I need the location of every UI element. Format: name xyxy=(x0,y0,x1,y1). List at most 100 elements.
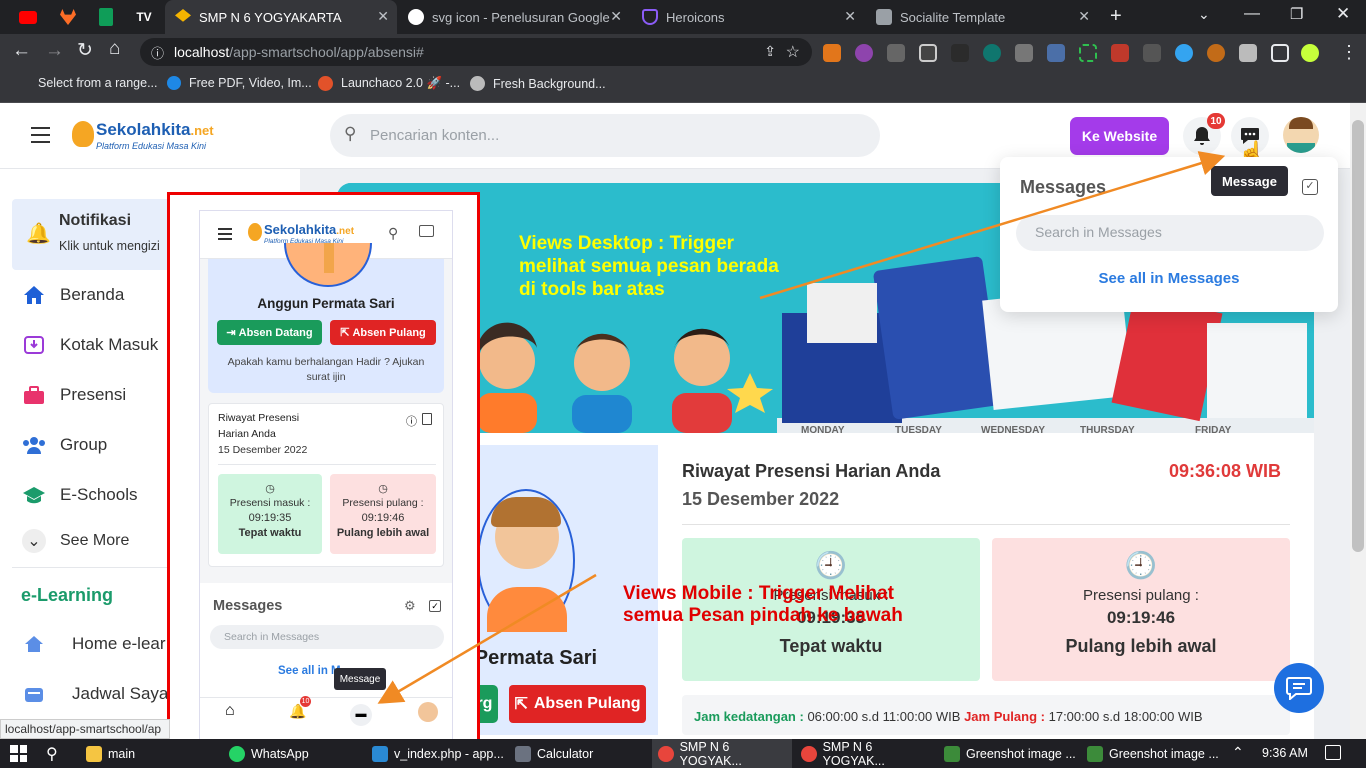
chat-icon[interactable] xyxy=(419,225,434,237)
sidebar-item-jadwal[interactable]: Jadwal Saya xyxy=(22,682,168,706)
sidebar-item-e-schools[interactable]: E-Schools xyxy=(22,483,137,507)
sidebar-item-beranda[interactable]: Beranda xyxy=(22,283,124,307)
bookmark-item[interactable]: Fresh Background... xyxy=(470,76,606,91)
sidebar-item-group[interactable]: Group xyxy=(22,433,107,457)
taskbar-item-main[interactable]: main xyxy=(80,739,220,768)
see-more-button[interactable]: ⌄ See More xyxy=(22,529,129,553)
close-icon[interactable]: ✕ xyxy=(610,8,622,25)
bookmark-item[interactable]: Free PDF, Video, Im... xyxy=(167,76,312,90)
metamask-icon[interactable] xyxy=(823,44,841,62)
search-icon[interactable]: ⚲ xyxy=(388,225,398,242)
taskbar-item-whatsapp[interactable]: WhatsApp xyxy=(223,739,363,768)
close-icon[interactable]: ✕ xyxy=(844,8,856,25)
screenshot-icon[interactable] xyxy=(1079,44,1097,62)
history-title: Riwayat Presensi xyxy=(218,412,300,424)
avatar[interactable] xyxy=(1283,117,1319,153)
mobile-messages-search-input[interactable]: Search in Messages xyxy=(210,625,444,649)
sidepanel-icon[interactable] xyxy=(1271,44,1289,62)
ke-website-button[interactable]: Ke Website xyxy=(1070,117,1169,155)
bookmark-item[interactable]: Launchaco 2.0 🚀 -... xyxy=(318,76,460,91)
home-icon[interactable]: ⌂ xyxy=(109,38,120,60)
new-tab-icon[interactable]: + xyxy=(1110,5,1122,28)
mobile-see-all-link[interactable]: See all in M xyxy=(278,665,341,677)
notification-center-icon[interactable] xyxy=(1325,745,1341,760)
ux-icon[interactable] xyxy=(951,44,969,62)
mobile-absen-pulang-button[interactable]: ⇱ Absen Pulang xyxy=(330,320,436,345)
sidebar-item-presensi[interactable]: Presensi xyxy=(22,383,126,407)
close-icon[interactable]: ✕ xyxy=(377,8,389,25)
taskbar-clock[interactable]: 9:36 AM xyxy=(1262,746,1308,760)
chevron-up-icon[interactable]: ⌃ xyxy=(1232,744,1244,761)
sidebar-item-label: Kotak Masuk xyxy=(60,335,159,354)
logo[interactable]: Sekolahkita.net Platform Edukasi Masa Ki… xyxy=(72,117,242,157)
youtube-pinned-tab[interactable] xyxy=(10,0,46,34)
mobile-nav-avatar[interactable] xyxy=(418,702,438,722)
taskbar-item-greenshot[interactable]: Greenshot image ... xyxy=(938,739,1078,768)
windows-start-icon[interactable] xyxy=(10,745,27,762)
mobile-nav-chat-icon[interactable]: ▬ xyxy=(350,704,372,726)
sidebar-item-home-elearning[interactable]: Home e-lear xyxy=(22,632,166,656)
hamburger-icon[interactable] xyxy=(218,228,232,240)
mark-read-icon[interactable]: ✓ xyxy=(1302,179,1318,195)
tab-smp[interactable]: SMP N 6 YOGYAKARTA ✕ xyxy=(165,0,397,34)
taskbar-item-chrome[interactable]: SMP N 6 YOGYAK... xyxy=(652,739,792,768)
mobile-nav-home-icon[interactable]: ⌂ xyxy=(225,702,235,720)
url-field[interactable]: ⓘ localhost/app-smartschool/app/absensi#… xyxy=(140,38,812,66)
star-icon[interactable]: ☆ xyxy=(786,42,800,62)
settings-icon[interactable]: ⚙ xyxy=(404,598,416,614)
help-icon[interactable]: ⓘ xyxy=(406,413,417,429)
bug-icon[interactable] xyxy=(1207,44,1225,62)
sidebar-item-label: Beranda xyxy=(60,285,125,304)
notification-badge: 10 xyxy=(1207,113,1225,129)
bookmark-item[interactable]: Select from a range... xyxy=(38,76,158,90)
menu-icon[interactable]: ⋮ xyxy=(1340,42,1358,63)
search-input[interactable]: Pencarian konten... xyxy=(330,114,880,157)
extension-icon[interactable] xyxy=(855,44,873,62)
reload-icon[interactable]: ↻ xyxy=(77,39,93,62)
school-icon xyxy=(175,9,191,22)
back-icon[interactable]: ← xyxy=(12,40,31,62)
close-icon[interactable]: ✕ xyxy=(1078,8,1090,25)
taskbar-item-chrome[interactable]: SMP N 6 YOGYAK... xyxy=(795,739,935,768)
taskbar-item-greenshot[interactable]: Greenshot image ... xyxy=(1081,739,1221,768)
tab-search-icon[interactable]: ⌄ xyxy=(1198,6,1210,23)
cloud-icon[interactable] xyxy=(1175,44,1193,62)
tradingview-pinned-tab[interactable]: TV xyxy=(126,0,162,34)
mark-read-icon[interactable]: ✓ xyxy=(429,600,441,612)
messages-search-input[interactable]: Search in Messages xyxy=(1016,215,1324,251)
tab-google[interactable]: svg icon - Penelusuran Google ✕ xyxy=(398,0,630,34)
mobile-absen-datang-button[interactable]: ⇥ Absen Datang xyxy=(217,320,322,345)
puzzle-icon[interactable] xyxy=(1239,44,1257,62)
tab-heroicons[interactable]: Heroicons ✕ xyxy=(632,0,864,34)
restore-icon[interactable]: ❐ xyxy=(1290,5,1303,23)
absent-request-note[interactable]: Apakah kamu berhalangan Hadir ? Ajukan s… xyxy=(218,355,434,385)
recycle-icon[interactable] xyxy=(887,44,905,62)
camera-icon[interactable] xyxy=(1015,44,1033,62)
forward-icon[interactable]: → xyxy=(45,40,64,62)
see-more-label: See More xyxy=(60,532,130,549)
extension-icon[interactable] xyxy=(983,44,1001,62)
book-icon[interactable] xyxy=(422,413,432,425)
scrollbar-thumb[interactable] xyxy=(1352,120,1364,552)
taskbar-item-vscode[interactable]: v_index.php - app... xyxy=(366,739,506,768)
taskbar-item-calculator[interactable]: Calculator xyxy=(509,739,649,768)
hamburger-icon[interactable] xyxy=(31,127,50,143)
grid-icon[interactable] xyxy=(1111,44,1129,62)
checklist-icon[interactable] xyxy=(919,44,937,62)
search-icon[interactable]: ⚲ xyxy=(46,744,58,764)
sheets-pinned-tab[interactable] xyxy=(88,0,124,34)
share-icon[interactable]: ⇪ xyxy=(764,43,776,60)
see-all-messages-link[interactable]: See all in Messages xyxy=(1000,270,1338,287)
sidebar-item-kotak-masuk[interactable]: Kotak Masuk xyxy=(22,333,158,357)
pen-icon[interactable] xyxy=(1047,44,1065,62)
clock-icon: 🕘 xyxy=(814,550,848,580)
absen-pulang-button[interactable]: ⇱ Absen Pulang xyxy=(509,685,646,723)
floating-chat-button[interactable] xyxy=(1274,663,1324,713)
tab-socialite[interactable]: Socialite Template ✕ xyxy=(866,0,1098,34)
profile-icon[interactable] xyxy=(1301,44,1319,62)
info-icon[interactable]: ⓘ xyxy=(151,43,164,62)
gitlab-pinned-tab[interactable] xyxy=(50,0,86,34)
window-close-icon[interactable]: ✕ xyxy=(1336,4,1350,24)
ruler-icon[interactable] xyxy=(1143,44,1161,62)
minimize-icon[interactable]: — xyxy=(1244,5,1260,23)
